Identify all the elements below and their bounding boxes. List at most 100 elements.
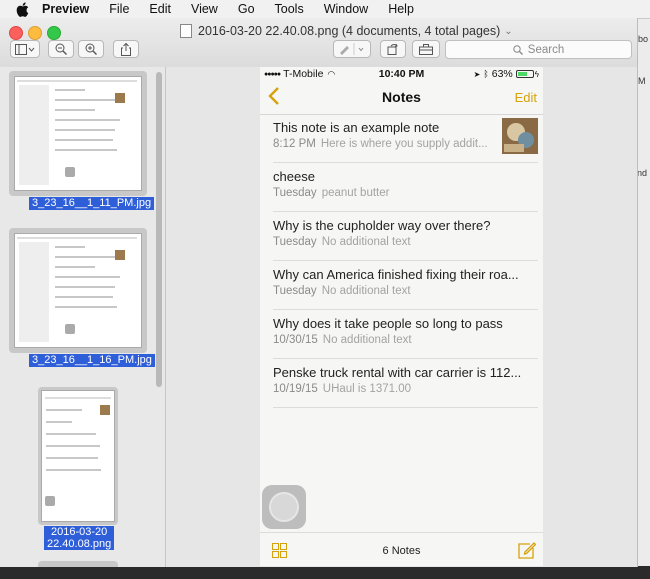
phone-screenshot: ●●●●● T-Mobile ◠ 10:40 PM ➤ ᛒ 63% ϟ Note… <box>260 67 543 566</box>
search-field[interactable]: Search <box>445 40 632 59</box>
dock-area <box>0 566 650 579</box>
zoom-out-button[interactable] <box>48 40 74 58</box>
window-title[interactable]: 2016-03-20 22.40.08.png (4 documents, 4 … <box>180 22 513 40</box>
thumbnail-1-page <box>14 76 142 191</box>
note-meta: 10/30/15 No additional text <box>273 334 412 346</box>
note-title: Why is the cupholder way over there? <box>273 218 491 233</box>
compose-icon[interactable] <box>518 541 537 564</box>
share-icon <box>121 42 131 56</box>
notes-count: 6 Notes <box>382 545 421 557</box>
sidebar-view-button[interactable] <box>10 40 40 58</box>
zoom-in-button[interactable] <box>78 40 104 58</box>
thumbnail-2[interactable] <box>9 228 147 353</box>
note-item[interactable]: cheese Tuesday peanut butter <box>273 163 538 212</box>
zoom-in-icon <box>85 43 97 55</box>
note-preview: peanut butter <box>321 187 390 199</box>
nav-title: Notes <box>382 89 421 105</box>
thumbnail-3-label-line2: 22.40.08.png <box>47 538 112 550</box>
menu-edit[interactable]: Edit <box>149 2 171 16</box>
note-item[interactable]: Why does it take people so long to pass … <box>273 310 538 359</box>
sidebar-scrollbar[interactable] <box>156 72 162 387</box>
minimize-window-button[interactable] <box>28 26 42 40</box>
assistive-touch-button[interactable] <box>262 485 306 529</box>
note-date: Tuesday <box>273 285 317 297</box>
thumbnail-3-page <box>41 390 115 522</box>
thumbnail-3-label[interactable]: 2016-03-20 22.40.08.png <box>44 526 115 550</box>
toolbox-button[interactable] <box>412 40 440 58</box>
background-window-edge: bo M nd <box>636 18 650 579</box>
thumbnail-1-label[interactable]: 3_23_16__1_11_PM.jpg <box>29 197 155 210</box>
edge-text-3: nd <box>637 168 648 178</box>
markup-button[interactable] <box>333 40 371 58</box>
note-title: Why can America finished fixing their ro… <box>273 267 519 282</box>
edge-text-1: bo <box>638 34 649 44</box>
search-placeholder: Search <box>527 43 565 56</box>
status-right: ➤ ᛒ 63% ϟ <box>474 68 539 80</box>
notes-toolbar: 6 Notes <box>260 532 543 566</box>
pen-icon <box>340 43 364 55</box>
note-preview: Here is where you supply addit... <box>320 138 488 150</box>
status-bar: ●●●●● T-Mobile ◠ 10:40 PM ➤ ᛒ 63% ϟ <box>260 67 543 81</box>
menu-go[interactable]: Go <box>238 2 255 16</box>
edit-button[interactable]: Edit <box>515 90 537 105</box>
search-icon <box>513 44 523 55</box>
menu-help[interactable]: Help <box>388 2 414 16</box>
menu-tools[interactable]: Tools <box>275 2 304 16</box>
rotate-icon <box>387 43 398 55</box>
zoom-window-button[interactable] <box>47 26 61 40</box>
close-window-button[interactable] <box>9 26 23 40</box>
thumbnail-2-label[interactable]: 3_23_16__1_16_PM.jpg <box>29 354 155 367</box>
note-meta: 8:12 PM Here is where you supply addit... <box>273 138 488 150</box>
chevron-down-icon: ⌄ <box>504 25 513 37</box>
window-title-text: 2016-03-20 22.40.08.png (4 documents, 4 … <box>198 24 501 38</box>
menu-view[interactable]: View <box>191 2 218 16</box>
menu-bar: Preview File Edit View Go Tools Window H… <box>0 0 650 19</box>
document-icon <box>180 24 192 38</box>
note-title: This note is an example note <box>273 120 440 135</box>
note-image-thumbnail <box>502 118 538 154</box>
menu-window[interactable]: Window <box>324 2 368 16</box>
note-title: cheese <box>273 169 315 184</box>
thumbnail-3[interactable] <box>38 387 118 525</box>
apple-icon[interactable] <box>14 1 30 17</box>
battery-percent: 63% <box>491 68 513 80</box>
note-meta: 10/19/15 UHaul is 1371.00 <box>273 383 411 395</box>
edge-text-2: M <box>638 76 646 86</box>
charging-icon: ϟ <box>534 69 539 79</box>
toolbox-icon <box>419 43 433 55</box>
share-button[interactable] <box>113 40 139 58</box>
battery-fill <box>517 72 527 76</box>
bluetooth-icon: ᛒ <box>483 69 489 79</box>
note-date: Tuesday <box>273 236 317 248</box>
note-item[interactable]: Why can America finished fixing their ro… <box>273 261 538 310</box>
notes-nav-bar: Notes Edit <box>260 81 543 115</box>
note-meta: Tuesday No additional text <box>273 285 411 297</box>
note-title: Why does it take people so long to pass <box>273 316 503 331</box>
note-item[interactable]: Why is the cupholder way over there? Tue… <box>273 212 538 261</box>
note-preview: No additional text <box>322 334 412 346</box>
menu-file[interactable]: File <box>109 2 129 16</box>
thumbnail-sidebar[interactable]: 3_23_16__1_11_PM.jpg 3_23_16__1_16_PM.jp… <box>0 67 166 567</box>
note-item[interactable]: This note is an example note 8:12 PM Here… <box>273 114 538 163</box>
note-date: 10/19/15 <box>273 383 318 395</box>
battery-icon <box>515 70 534 78</box>
note-preview: No additional text <box>321 285 411 297</box>
zoom-out-icon <box>55 43 67 55</box>
note-meta: Tuesday No additional text <box>273 236 411 248</box>
location-icon: ➤ <box>473 69 481 79</box>
note-preview: No additional text <box>321 236 411 248</box>
note-date: 10/30/15 <box>273 334 318 346</box>
menu-app-name[interactable]: Preview <box>42 2 89 16</box>
note-meta: Tuesday peanut butter <box>273 187 389 199</box>
thumbnail-4[interactable] <box>38 561 118 567</box>
note-item[interactable]: Penske truck rental with car carrier is … <box>273 359 538 408</box>
note-date: Tuesday <box>273 187 317 199</box>
thumbnail-1[interactable] <box>9 71 147 196</box>
thumbnail-3-label-line1: 2016-03-20 <box>50 526 108 538</box>
note-date: 8:12 PM <box>273 138 316 150</box>
sidebar-icon <box>15 43 35 55</box>
note-title: Penske truck rental with car carrier is … <box>273 365 522 380</box>
thumbnail-2-page <box>14 233 142 348</box>
note-preview: UHaul is 1371.00 <box>322 383 411 395</box>
rotate-button[interactable] <box>380 40 406 58</box>
